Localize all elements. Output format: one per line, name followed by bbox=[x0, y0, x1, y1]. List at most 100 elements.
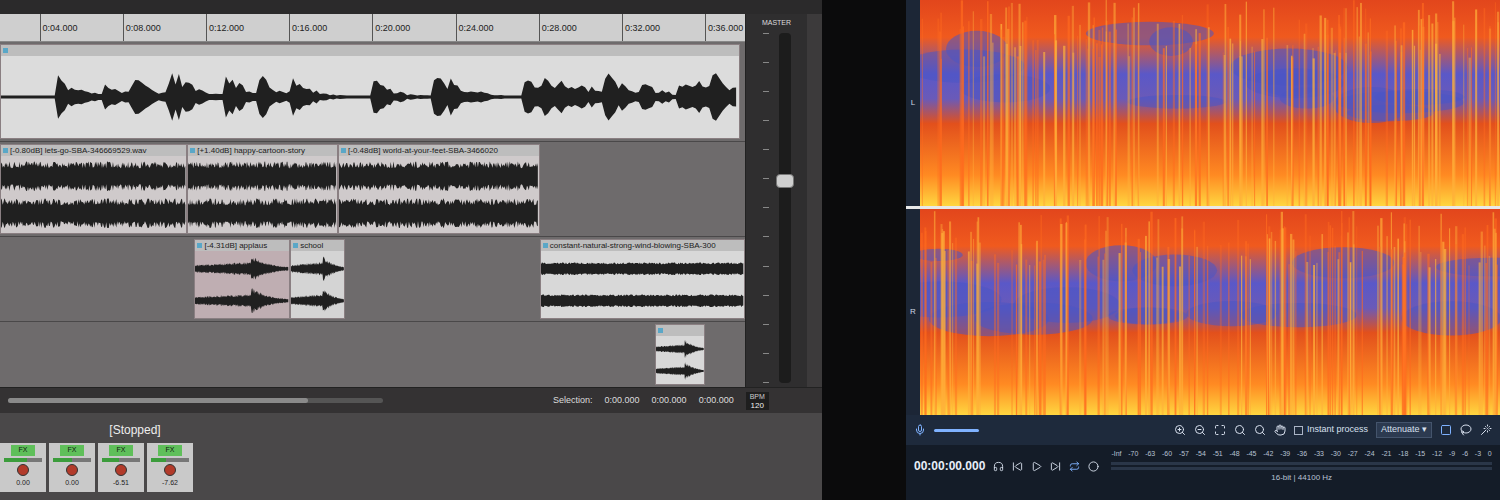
master-fader[interactable] bbox=[779, 33, 791, 384]
headphones-icon[interactable] bbox=[993, 461, 1004, 472]
zoom-selection-icon[interactable] bbox=[1234, 424, 1246, 436]
channel-label: R bbox=[910, 306, 916, 318]
pan-knob[interactable] bbox=[17, 464, 29, 476]
mixer-strip[interactable]: FX0.00 bbox=[49, 443, 95, 492]
spectrogram[interactable] bbox=[920, 209, 1500, 415]
media-item[interactable]: [+1.40dB] happy-cartoon-story bbox=[187, 144, 338, 234]
ruler-tick: 0:12.000 bbox=[206, 14, 244, 41]
selection-value[interactable]: 0:00.000 bbox=[652, 394, 687, 408]
ruler-tick: 0:04.000 bbox=[40, 14, 78, 41]
zoom-in-icon[interactable] bbox=[1174, 424, 1186, 436]
waveform bbox=[1, 195, 186, 232]
arrange-view: 0:04.0000:08.0000:12.0000:16.0000:20.000… bbox=[0, 14, 745, 387]
media-item[interactable]: school bbox=[290, 239, 345, 319]
pan-knob[interactable] bbox=[66, 464, 78, 476]
hand-icon[interactable] bbox=[1274, 424, 1286, 436]
media-item[interactable] bbox=[0, 44, 740, 139]
channel-pane: R bbox=[906, 209, 1500, 415]
pan-knob[interactable] bbox=[164, 464, 176, 476]
ruler-tick: 0:08.000 bbox=[123, 14, 161, 41]
media-item[interactable] bbox=[655, 324, 705, 385]
ruler[interactable]: 0:04.0000:08.0000:12.0000:16.0000:20.000… bbox=[0, 14, 745, 42]
title-strip bbox=[0, 0, 822, 14]
fx-button[interactable]: FX bbox=[109, 445, 134, 456]
zoom-fit-icon[interactable] bbox=[1214, 424, 1226, 436]
media-item[interactable]: [-4.31dB] applaus bbox=[194, 239, 290, 319]
channel-label: L bbox=[911, 97, 915, 109]
item-label: constant-natural-strong-wind-blowing-SBA… bbox=[541, 240, 744, 251]
play-icon[interactable] bbox=[1031, 461, 1042, 472]
ruler-tick: 0:28.000 bbox=[539, 14, 577, 41]
channel-pane: L bbox=[906, 0, 1500, 206]
ruler-tick: 0:32.000 bbox=[622, 14, 660, 41]
fx-button[interactable]: FX bbox=[158, 445, 183, 456]
track-lane[interactable] bbox=[0, 42, 745, 142]
waveform bbox=[188, 158, 337, 195]
item-label bbox=[656, 325, 704, 336]
waveform bbox=[656, 360, 704, 382]
item-label: [-0.80dB] lets-go-SBA-346669529.wav bbox=[1, 145, 186, 156]
rect-select-icon[interactable] bbox=[1440, 424, 1452, 436]
transport-status: [Stopped] bbox=[109, 421, 160, 439]
waveform bbox=[195, 253, 289, 285]
item-label: [+1.40dB] happy-cartoon-story bbox=[188, 145, 337, 156]
media-item[interactable]: [-0.48dB] world-at-your-feet-SBA-3466020 bbox=[338, 144, 540, 234]
waveform bbox=[656, 338, 704, 360]
rx-window: LRInstant processAttenuate ▾00:00:00.000… bbox=[906, 0, 1500, 500]
media-item[interactable]: constant-natural-strong-wind-blowing-SBA… bbox=[540, 239, 745, 319]
mixer-strip[interactable]: FX-6.51 bbox=[98, 443, 144, 492]
magnify-icon[interactable] bbox=[1254, 424, 1266, 436]
selection-value[interactable]: 0:00.000 bbox=[699, 394, 734, 408]
waveform bbox=[1, 158, 186, 195]
waveform bbox=[339, 195, 539, 232]
mixer-strip[interactable]: FX-7.62 bbox=[147, 443, 193, 492]
h-scrollbar[interactable] bbox=[8, 398, 383, 403]
rx-transport: 00:00:00.000 -Inf-70-63-60-57-54-51-48-45… bbox=[906, 445, 1500, 500]
item-label: [-0.48dB] world-at-your-feet-SBA-3466020 bbox=[339, 145, 539, 156]
screen: 0:04.0000:08.0000:12.0000:16.0000:20.000… bbox=[0, 0, 1500, 500]
master-track: MASTER bbox=[745, 14, 807, 387]
track-lane[interactable]: [-0.80dB] lets-go-SBA-346669529.wav[+1.4… bbox=[0, 142, 745, 237]
zoom-out-icon[interactable] bbox=[1194, 424, 1206, 436]
lasso-icon[interactable] bbox=[1460, 424, 1472, 436]
time-display: 00:00:00.000 bbox=[914, 457, 985, 475]
item-label bbox=[1, 45, 739, 56]
level-meter: -Inf-70-63-60-57-54-51-48-45-42-39-36-33… bbox=[1111, 449, 1492, 484]
rx-toolbar: Instant process Attenuate ▾ bbox=[906, 415, 1500, 445]
bpm-box[interactable]: BPM120 bbox=[746, 392, 769, 410]
track-lane[interactable]: [-4.31dB] applausschool constant-natural-… bbox=[0, 237, 745, 322]
selection-value[interactable]: 0:00.000 bbox=[605, 394, 640, 408]
waveform bbox=[188, 195, 337, 232]
record-icon[interactable] bbox=[1088, 461, 1099, 472]
waveform bbox=[291, 285, 344, 317]
spectrogram[interactable] bbox=[920, 0, 1500, 206]
track-lane[interactable] bbox=[0, 322, 745, 387]
waveform bbox=[291, 253, 344, 285]
ruler-tick: 0:20.000 bbox=[372, 14, 410, 41]
fx-button[interactable]: FX bbox=[11, 445, 36, 456]
fader-knob[interactable] bbox=[776, 174, 794, 188]
mixer: [Stopped]FX0.00FX0.00FX-6.51FX-7.62 bbox=[0, 413, 822, 500]
waveform bbox=[541, 253, 744, 285]
pan-knob[interactable] bbox=[115, 464, 127, 476]
fx-button[interactable]: FX bbox=[60, 445, 85, 456]
wand-icon[interactable] bbox=[1480, 424, 1492, 436]
spectrogram-view: LR bbox=[906, 0, 1500, 415]
zoom-slider[interactable] bbox=[934, 429, 979, 432]
skip-forward-icon[interactable] bbox=[1050, 461, 1061, 472]
skip-back-icon[interactable] bbox=[1012, 461, 1023, 472]
status-bar: Selection:0:00.0000:00.0000:00.000BPM120 bbox=[0, 387, 822, 413]
mixer-strip[interactable]: FX0.00 bbox=[0, 443, 46, 492]
mode-select[interactable]: Attenuate ▾ bbox=[1376, 422, 1432, 438]
media-item[interactable]: [-0.80dB] lets-go-SBA-346669529.wav bbox=[0, 144, 187, 234]
instant-process[interactable]: Instant process bbox=[1294, 423, 1368, 437]
ruler-tick: 0:24.000 bbox=[456, 14, 494, 41]
loop-icon[interactable] bbox=[1069, 461, 1080, 472]
mic-icon[interactable] bbox=[914, 424, 926, 436]
waveform bbox=[1, 58, 739, 136]
daw-window: 0:04.0000:08.0000:12.0000:16.0000:20.000… bbox=[0, 0, 822, 500]
ruler-tick: 0:36.000 bbox=[705, 14, 743, 41]
item-label: school bbox=[291, 240, 344, 251]
item-label: [-4.31dB] applaus bbox=[195, 240, 289, 251]
meter-scale bbox=[763, 33, 773, 384]
